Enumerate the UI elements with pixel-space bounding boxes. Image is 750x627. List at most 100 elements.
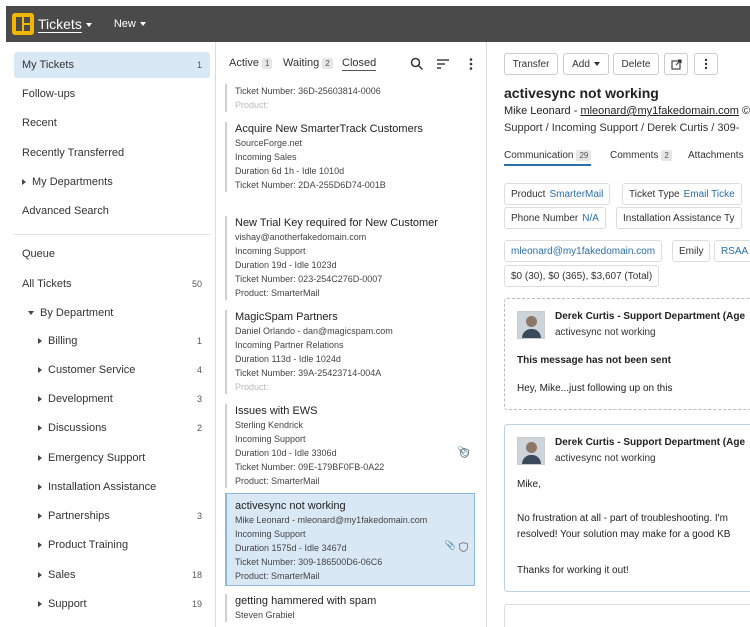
tab-attachments[interactable]: Attachments: [688, 150, 744, 161]
expand-arrow-icon[interactable]: [22, 179, 26, 185]
tab-active[interactable]: Active 1: [229, 57, 273, 69]
sidebar-item-label: Discussions: [48, 422, 107, 434]
message-body: resolved! Your solution may make for a g…: [517, 529, 731, 540]
message-sender: Derek Curtis - Support Department (Age: [555, 311, 746, 322]
message-draft[interactable]: Derek Curtis - Support Department (Age a…: [504, 298, 750, 410]
chip-label: $0 (30), $0 (365), $3,607 (Total): [511, 270, 653, 282]
message-sender: Derek Curtis - Support Department (Age: [555, 437, 746, 448]
expand-arrow-icon[interactable]: [38, 484, 42, 490]
ticket-list-item[interactable]: Ticket Number: 36D-25603814-0006 Product…: [225, 84, 475, 112]
chip-label: Installation Assistance Ty: [623, 212, 735, 224]
sidebar-item-my-tickets[interactable]: My Tickets 1: [14, 52, 210, 78]
expand-arrow-icon[interactable]: [38, 367, 42, 373]
sidebar-dept-customer-service[interactable]: Customer Service 4: [14, 357, 210, 383]
chip-totals[interactable]: $0 (30), $0 (365), $3,607 (Total): [504, 265, 660, 287]
from-email-link[interactable]: mleonard@my1fakedomain.com: [580, 105, 739, 117]
attachment-icon: 📎: [444, 540, 456, 550]
sort-icon[interactable]: [436, 57, 450, 71]
chip-phone-number[interactable]: Phone Number N/A: [504, 207, 606, 229]
ticket-list-item[interactable]: Acquire New SmarterTrack Customers Sourc…: [225, 122, 475, 192]
transfer-button-label: Transfer: [512, 58, 550, 70]
sidebar-dept-product-training[interactable]: Product Training: [14, 532, 210, 558]
sidebar-dept-discussions[interactable]: Discussions 2: [14, 415, 210, 441]
ticket-group: Incoming Support: [235, 434, 306, 444]
sidebar-dept-billing[interactable]: Billing 1: [14, 328, 210, 354]
sidebar-item-all-tickets[interactable]: All Tickets 50: [14, 271, 210, 297]
add-button[interactable]: Add: [563, 53, 609, 75]
chip-installation-assistance[interactable]: Installation Assistance Ty: [616, 207, 742, 229]
search-icon[interactable]: [410, 57, 424, 71]
tab-communication[interactable]: Communication 29: [504, 150, 592, 167]
chip-email[interactable]: mleonard@my1fakedomain.com: [504, 240, 663, 262]
more-vertical-icon[interactable]: [464, 57, 478, 71]
sidebar-dept-development[interactable]: Development 3: [14, 386, 210, 412]
tab-label: Attachments: [688, 150, 744, 161]
ticket-breadcrumb: Support / Incoming Support / Derek Curti…: [504, 122, 740, 134]
tab-closed[interactable]: Closed: [342, 57, 377, 71]
message-body: No frustration at all - part of troubles…: [517, 513, 728, 524]
chip-rsa[interactable]: RSAA: [714, 240, 750, 262]
sidebar-item-recently-transferred[interactable]: Recently Transferred: [14, 140, 210, 166]
sidebar-item-count: 19: [191, 599, 202, 609]
sidebar-item-by-department[interactable]: By Department: [14, 300, 210, 326]
message-item[interactable]: [504, 604, 750, 627]
transfer-button[interactable]: Transfer: [504, 53, 558, 75]
ticket-list-item[interactable]: getting hammered with spam Steven Grabie…: [225, 594, 475, 622]
more-actions-button[interactable]: [694, 53, 718, 75]
chip-emily[interactable]: Emily: [672, 240, 711, 262]
chip-label: Phone Number: [511, 212, 579, 224]
sidebar-item-label: Recently Transferred: [22, 147, 125, 159]
sidebar-item-my-departments[interactable]: My Departments: [14, 169, 210, 195]
expand-arrow-icon[interactable]: [38, 396, 42, 402]
expand-arrow-icon[interactable]: [38, 542, 42, 548]
ticket-title: MagicSpam Partners: [235, 311, 338, 323]
sidebar-item-count: 3: [196, 511, 202, 521]
expand-arrow-icon[interactable]: [38, 338, 42, 344]
top-bar: Tickets New: [6, 6, 750, 42]
sidebar-item-queue[interactable]: Queue: [14, 241, 210, 267]
chip-product[interactable]: Product SmarterMail: [504, 183, 611, 205]
expand-arrow-icon[interactable]: [38, 455, 42, 461]
app-title-menu[interactable]: Tickets: [38, 16, 92, 32]
from-name: Mike Leonard -: [504, 105, 578, 117]
ticket-list-item[interactable]: Issues with EWS Sterling Kendrick Incomi…: [225, 404, 475, 488]
chip-value: Email Ticke: [683, 188, 735, 200]
ticket-list-item-selected[interactable]: activesync not working Mike Leonard - ml…: [225, 493, 475, 586]
sidebar-item-label: Sales: [48, 569, 76, 581]
popout-button[interactable]: [664, 53, 688, 75]
copy-icon[interactable]: ©: [742, 105, 750, 117]
expand-arrow-icon[interactable]: [38, 425, 42, 431]
sidebar-dept-installation-assistance[interactable]: Installation Assistance: [14, 474, 210, 500]
sidebar-item-advanced-search[interactable]: Advanced Search: [14, 198, 210, 224]
expand-arrow-icon[interactable]: [38, 513, 42, 519]
sidebar-dept-partnerships[interactable]: Partnerships 3: [14, 503, 210, 529]
sidebar-item-label: Follow-ups: [22, 88, 76, 100]
message-item[interactable]: Derek Curtis - Support Department (Age a…: [504, 424, 750, 592]
collapse-arrow-icon[interactable]: [28, 311, 34, 315]
avatar: [517, 437, 545, 465]
sidebar-dept-emergency-support[interactable]: Emergency Support: [14, 445, 210, 471]
ticket-list-pane: Active 1 Waiting 2 Closed Ticket Number: 3…: [217, 42, 487, 627]
delete-button[interactable]: Delete: [613, 53, 659, 75]
tab-count-badge: 1: [261, 57, 273, 69]
sidebar-dept-support[interactable]: Support 19: [14, 591, 210, 617]
ticket-requester: Daniel Orlando - dan@magicspam.com: [235, 326, 393, 336]
tab-count-badge: 29: [576, 150, 592, 161]
sidebar-item-label: Product Training: [48, 539, 129, 551]
ticket-list-item[interactable]: MagicSpam Partners Daniel Orlando - dan@…: [225, 310, 475, 394]
tab-comments[interactable]: Comments 2: [610, 150, 672, 161]
sidebar-item-count: 1: [196, 336, 202, 346]
expand-arrow-icon[interactable]: [38, 601, 42, 607]
chip-ticket-type[interactable]: Ticket Type Email Ticke: [622, 183, 742, 205]
new-button[interactable]: New: [114, 18, 146, 30]
sidebar-item-recent[interactable]: Recent: [14, 110, 210, 136]
sidebar-item-follow-ups[interactable]: Follow-ups: [14, 81, 210, 107]
expand-arrow-icon[interactable]: [38, 572, 42, 578]
chip-value: N/A: [582, 212, 599, 224]
sidebar-item-count: 3: [196, 394, 202, 404]
ticket-requester: Mike Leonard - mleonard@my1fakedomain.co…: [235, 515, 428, 525]
sidebar-dept-sales[interactable]: Sales 18: [14, 562, 210, 588]
ticket-list-item[interactable]: New Trial Key required for New Customer …: [225, 216, 475, 300]
tab-waiting[interactable]: Waiting 2: [283, 57, 333, 69]
tab-label: Active: [229, 57, 259, 69]
